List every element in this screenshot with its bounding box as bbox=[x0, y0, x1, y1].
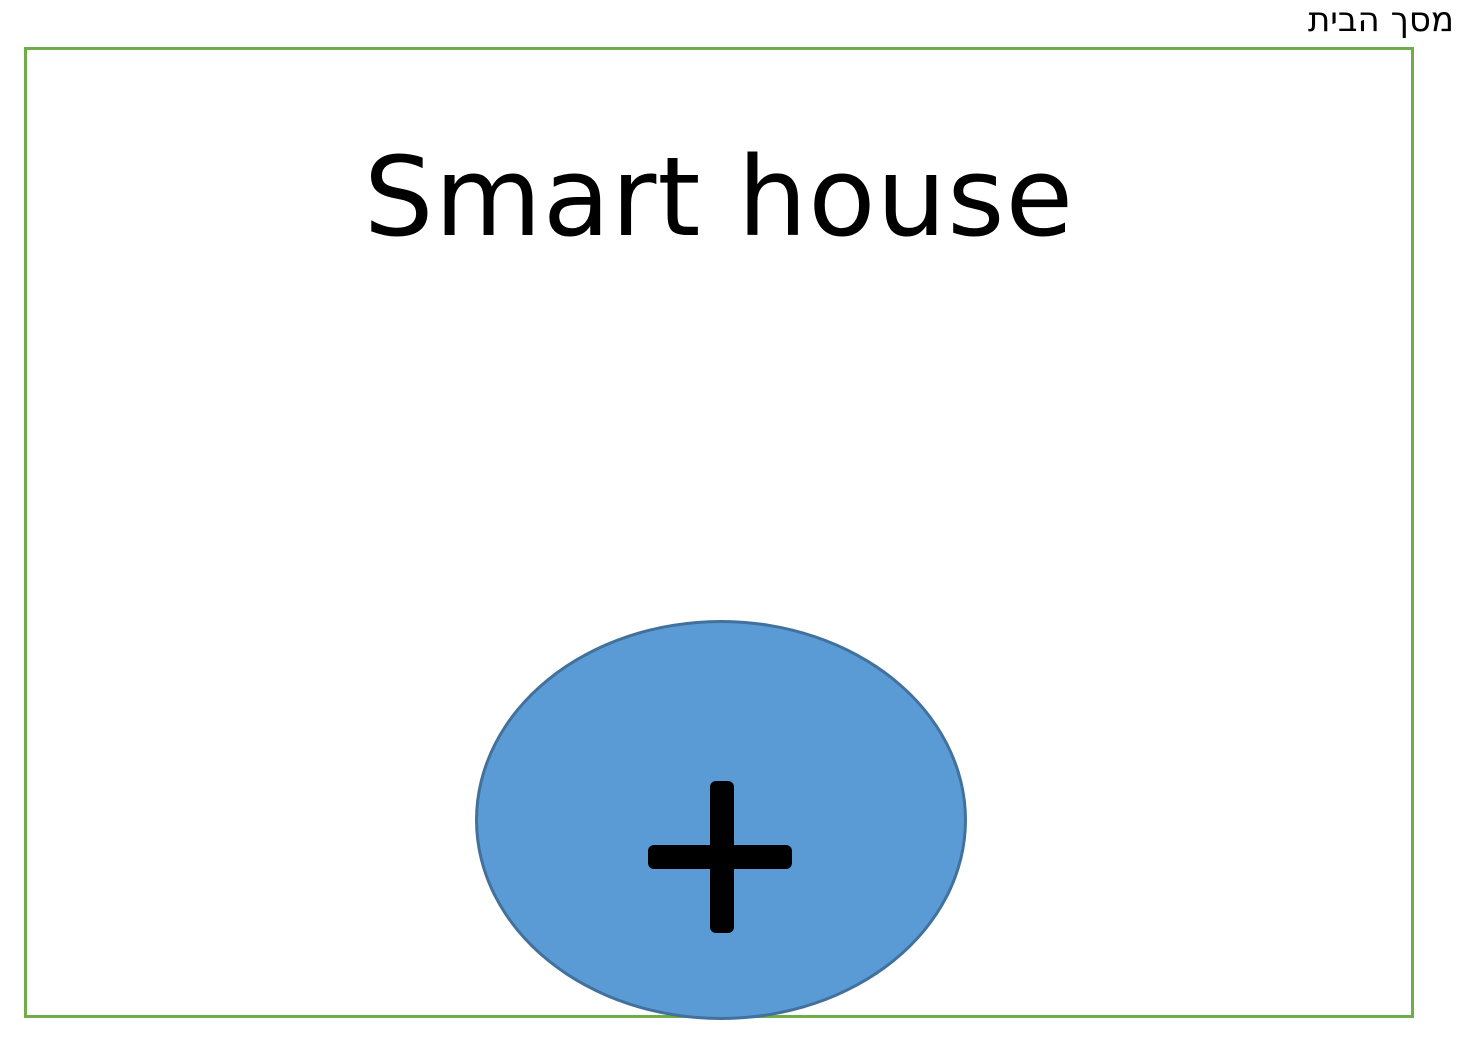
plus-icon bbox=[648, 781, 792, 933]
phone-frame: Smart house bbox=[24, 47, 1414, 1020]
screen-label: מסך הבית bbox=[1307, 0, 1454, 40]
app-title: Smart house bbox=[363, 133, 1075, 261]
add-device-button[interactable] bbox=[475, 620, 967, 1020]
page: מסך הבית Smart house bbox=[0, 0, 1470, 1039]
